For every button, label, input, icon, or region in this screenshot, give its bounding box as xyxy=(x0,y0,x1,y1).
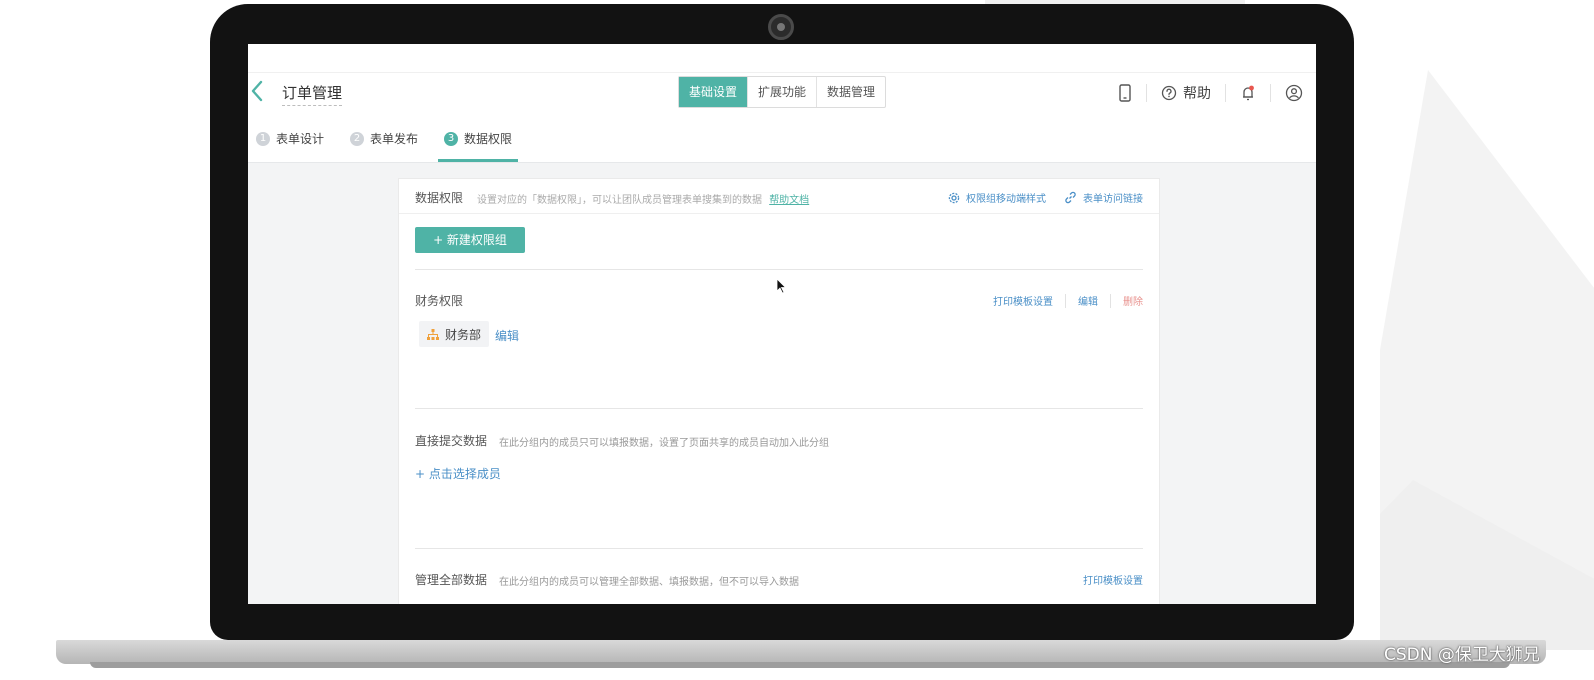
mobile-preview-button[interactable] xyxy=(1118,82,1132,104)
edit-group-link[interactable]: 编辑 xyxy=(1078,293,1098,308)
panel-title: 数据权限 xyxy=(415,191,464,205)
department-name: 财务部 xyxy=(445,327,482,342)
manage-all-group-title: 管理全部数据 xyxy=(415,573,488,587)
data-permission-panel: 数据权限 设置对应的「数据权限」，可以让团队成员管理表单搜集到的数据 帮助文档 … xyxy=(398,178,1160,604)
laptop-base xyxy=(56,640,1546,664)
step-number: 2 xyxy=(350,132,365,146)
manage-all-group-actions: 打印模板设置 xyxy=(1083,572,1143,587)
header-tools: 帮助 xyxy=(1118,82,1303,104)
app-header: 订单管理 基础设置 扩展功能 数据管理 帮助 1 表单设计 2 表单发布 3 数… xyxy=(248,44,1316,163)
back-arrow-icon[interactable] xyxy=(250,80,266,102)
tab-data-management[interactable]: 数据管理 xyxy=(816,77,885,107)
tool-separator xyxy=(1146,84,1147,102)
user-avatar-icon xyxy=(1285,84,1303,102)
edit-department-link[interactable]: 编辑 xyxy=(495,327,519,344)
direct-submit-group-title: 直接提交数据 xyxy=(415,434,488,448)
help-circle-icon xyxy=(1161,85,1177,101)
header-top-divider xyxy=(248,72,1316,73)
step-number: 1 xyxy=(256,132,270,146)
manage-all-group-description: 在此分组内的成员可以管理全部数据、填报数据，但不可以导入数据 xyxy=(499,577,799,588)
tab-basic-settings[interactable]: 基础设置 xyxy=(679,77,747,107)
new-permission-group-button[interactable]: + 新建权限组 xyxy=(415,227,525,253)
step-form-design[interactable]: 1 表单设计 xyxy=(256,130,324,162)
action-separator xyxy=(1110,293,1111,308)
finance-group-actions: 打印模板设置 编辑 删除 xyxy=(993,293,1143,308)
laptop-screen: 订单管理 基础设置 扩展功能 数据管理 帮助 1 表单设计 2 表单发布 3 数… xyxy=(248,44,1316,604)
form-access-link[interactable]: 表单访问链接 xyxy=(1064,190,1143,205)
tool-separator xyxy=(1270,84,1271,102)
tab-extensions[interactable]: 扩展功能 xyxy=(747,77,816,107)
print-template-settings-link[interactable]: 打印模板设置 xyxy=(1083,572,1143,587)
step-tabs: 1 表单设计 2 表单发布 3 数据权限 xyxy=(256,130,538,162)
laptop-base-shadow xyxy=(90,662,1510,668)
watermark: CSDN @保卫大狮兄 xyxy=(1384,645,1540,665)
section-divider xyxy=(415,548,1143,549)
mobile-preview-icon xyxy=(1119,84,1131,102)
help-button[interactable]: 帮助 xyxy=(1161,82,1211,104)
step-label: 表单设计 xyxy=(276,132,325,146)
link-icon xyxy=(1065,191,1076,204)
department-chip: 财务部 xyxy=(419,321,490,347)
help-doc-link[interactable]: 帮助文档 xyxy=(769,195,809,206)
step-data-permission[interactable]: 3 数据权限 xyxy=(438,130,519,162)
panel-description: 设置对应的「数据权限」，可以让团队成员管理表单搜集到的数据 帮助文档 xyxy=(477,191,809,206)
panel-description-text: 设置对应的「数据权限」，可以让团队成员管理表单搜集到的数据 xyxy=(477,195,762,206)
section-divider xyxy=(415,269,1143,270)
panel-header: 数据权限 设置对应的「数据权限」，可以让团队成员管理表单搜集到的数据 帮助文档 … xyxy=(399,179,1159,214)
finance-group-title: 财务权限 xyxy=(415,294,464,308)
app-title[interactable]: 订单管理 xyxy=(282,82,343,106)
user-menu-button[interactable] xyxy=(1285,82,1303,104)
notification-button[interactable] xyxy=(1240,82,1256,104)
gear-icon xyxy=(948,192,960,203)
print-template-settings-link[interactable]: 打印模板设置 xyxy=(993,293,1053,308)
mobile-style-link[interactable]: 权限组移动端样式 xyxy=(948,190,1046,205)
select-members-link[interactable]: + 点击选择成员 xyxy=(415,465,501,482)
main-tabs: 基础设置 扩展功能 数据管理 xyxy=(678,76,886,108)
action-separator xyxy=(1065,293,1066,308)
panel-header-actions: 权限组移动端样式 表单访问链接 xyxy=(930,190,1143,205)
step-form-publish[interactable]: 2 表单发布 xyxy=(350,130,418,162)
step-label: 数据权限 xyxy=(464,132,513,146)
direct-submit-group-description: 在此分组内的成员只可以填报数据，设置了页面共享的成员自动加入此分组 xyxy=(499,438,829,449)
delete-group-link[interactable]: 删除 xyxy=(1123,293,1143,308)
form-access-label: 表单访问链接 xyxy=(1083,194,1143,205)
tool-separator xyxy=(1225,84,1226,102)
section-divider xyxy=(415,408,1143,409)
mobile-style-label: 权限组移动端样式 xyxy=(966,194,1046,205)
mouse-cursor-icon xyxy=(776,278,787,298)
webcam-icon xyxy=(768,14,794,40)
step-number: 3 xyxy=(444,132,459,146)
help-label: 帮助 xyxy=(1183,86,1211,102)
notification-bell-icon xyxy=(1243,85,1254,101)
step-label: 表单发布 xyxy=(370,132,419,146)
org-tree-icon xyxy=(427,328,439,340)
